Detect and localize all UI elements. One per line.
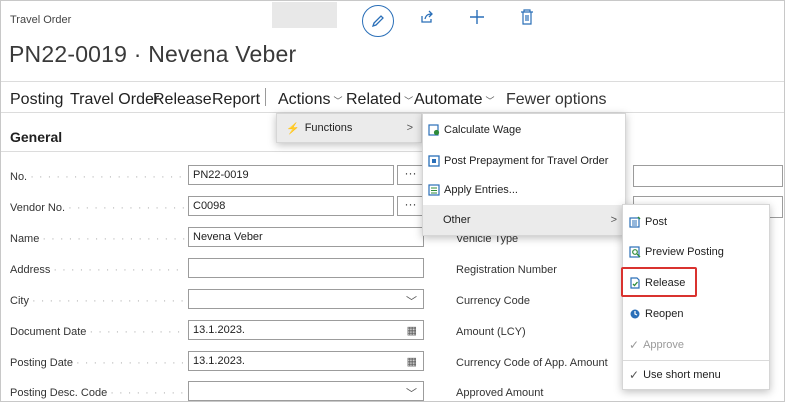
apply-entries-icon — [428, 184, 440, 196]
menu-item-post[interactable]: Post — [623, 207, 769, 237]
post-icon — [629, 216, 641, 228]
action-related[interactable]: Related ﹀ — [346, 91, 413, 109]
checkmark-icon: ✓ — [629, 338, 640, 352]
right-field-box[interactable] — [633, 165, 783, 187]
page-type-caption: Travel Order — [10, 14, 72, 26]
field-label-document-date: Document Date · · · · · · · · · · · · — [10, 326, 185, 338]
field-label-approved-amount: Approved Amount — [456, 387, 544, 399]
address-field[interactable] — [188, 258, 424, 278]
no-field[interactable]: PN22-0019 — [188, 165, 394, 185]
posting-desc-code-select[interactable]: ﹀ — [188, 381, 424, 401]
document-date-field[interactable]: 13.1.2023. ▦ — [188, 320, 424, 340]
action-posting[interactable]: Posting — [10, 91, 63, 109]
menu-item-calculate-wage-label: Calculate Wage — [444, 124, 522, 136]
menu-item-post-label: Post — [645, 216, 668, 228]
field-label-registration-number: Registration Number — [456, 264, 557, 276]
menu-item-preview-posting-label: Preview Posting — [645, 246, 724, 258]
action-separator — [265, 88, 266, 106]
calendar-icon[interactable]: ▦ — [407, 355, 417, 368]
action-report[interactable]: Report — [212, 91, 260, 109]
action-travel-order[interactable]: Travel Order — [70, 91, 159, 109]
menu-item-calculate-wage[interactable]: Calculate Wage — [423, 116, 625, 144]
page-title: PN22-0019 · Nevena Veber — [9, 41, 297, 67]
menu-item-post-prepayment-label: Post Prepayment for Travel Order — [444, 155, 609, 167]
action-actions[interactable]: Actions ﹀ — [278, 91, 342, 109]
menu-item-functions-label: Functions — [304, 122, 353, 134]
fewer-options-button[interactable]: Fewer options — [506, 91, 607, 109]
action-release[interactable]: Release — [153, 91, 212, 109]
divider — [1, 151, 424, 152]
share-icon[interactable] — [419, 9, 435, 30]
menu-item-approve-label: Approve — [643, 339, 685, 351]
posting-date-field[interactable]: 13.1.2023. ▦ — [188, 351, 424, 371]
vendor-no-lookup-button[interactable]: ··· — [397, 196, 424, 216]
edit-icon[interactable] — [362, 5, 394, 37]
field-label-amount-lcy: Amount (LCY) — [456, 326, 526, 338]
menu-item-apply-entries-label: Apply Entries... — [444, 184, 518, 196]
action-related-label: Related — [346, 91, 402, 108]
chevron-right-icon: > — [406, 122, 413, 134]
menu-item-apply-entries[interactable]: Apply Entries... — [423, 176, 625, 204]
chevron-down-icon: ﹀ — [404, 96, 414, 106]
delete-icon[interactable] — [520, 9, 534, 30]
chevron-right-icon: > — [610, 214, 617, 226]
checkmark-icon: ✓ — [629, 368, 640, 382]
menu-item-use-short-menu[interactable]: ✓ Use short menu — [623, 361, 769, 389]
menu-item-preview-posting[interactable]: Preview Posting — [623, 237, 769, 267]
action-automate-label: Automate — [414, 91, 483, 108]
chevron-down-icon: ﹀ — [406, 296, 417, 308]
field-label-address: Address · · · · · · · · · · · · · · · · … — [10, 264, 185, 276]
name-field[interactable]: Nevena Veber — [188, 227, 424, 247]
calendar-icon[interactable]: ▦ — [407, 324, 417, 337]
divider — [1, 81, 784, 82]
menu-item-approve: ✓ Approve — [623, 330, 769, 360]
menu-item-reopen[interactable]: Reopen — [623, 299, 769, 329]
functions-menu: Calculate Wage Post Prepayment for Trave… — [422, 113, 626, 236]
chevron-down-icon: ﹀ — [485, 96, 495, 106]
document-post-icon — [428, 155, 440, 167]
menu-item-other[interactable]: Other > — [423, 205, 625, 235]
menu-item-post-prepayment[interactable]: Post Prepayment for Travel Order — [423, 147, 625, 175]
preview-icon — [629, 246, 641, 258]
travel-order-page: Travel Order PN22-0019 · Nevena Veber Po… — [0, 0, 785, 402]
actions-active-bg — [272, 2, 337, 28]
menu-item-reopen-label: Reopen — [645, 308, 684, 320]
field-label-name: Name · · · · · · · · · · · · · · · · · ·… — [10, 233, 185, 245]
field-label-city: City · · · · · · · · · · · · · · · · · ·… — [10, 295, 185, 307]
new-icon[interactable] — [469, 9, 485, 30]
vendor-no-field[interactable]: C0098 — [188, 196, 394, 216]
field-label-currency-code: Currency Code — [456, 295, 530, 307]
field-label-posting-desc-code: Posting Desc. Code · · · · · · · · · — [10, 387, 185, 399]
menu-item-other-label: Other — [443, 214, 471, 226]
field-label-no: No. · · · · · · · · · · · · · · · · · · … — [10, 171, 185, 183]
action-actions-label: Actions — [278, 91, 331, 108]
city-select[interactable]: ﹀ — [188, 289, 424, 309]
reopen-icon — [630, 309, 640, 319]
no-lookup-button[interactable]: ··· — [397, 165, 424, 185]
field-label-vendor-no: Vendor No. · · · · · · · · · · · · · · ·… — [10, 202, 185, 214]
action-automate[interactable]: Automate ﹀ — [414, 91, 495, 109]
menu-item-functions[interactable]: ⚡ Functions > — [277, 114, 421, 142]
release-highlight-box — [621, 267, 697, 297]
menu-item-use-short-menu-label: Use short menu — [643, 369, 721, 381]
calculator-icon — [428, 124, 440, 136]
actions-menu: ⚡ Functions > — [276, 113, 422, 143]
chevron-down-icon: ﹀ — [333, 96, 343, 106]
lightning-icon: ⚡ — [286, 122, 300, 135]
field-label-posting-date: Posting Date · · · · · · · · · · · · · · — [10, 357, 185, 369]
section-title-general[interactable]: General — [10, 129, 62, 145]
chevron-down-icon: ﹀ — [406, 388, 417, 400]
field-label-currency-code-app-amount: Currency Code of App. Amount — [456, 357, 608, 369]
other-menu: Post Preview Posting Release Reopen ✓ Ap… — [622, 204, 770, 390]
